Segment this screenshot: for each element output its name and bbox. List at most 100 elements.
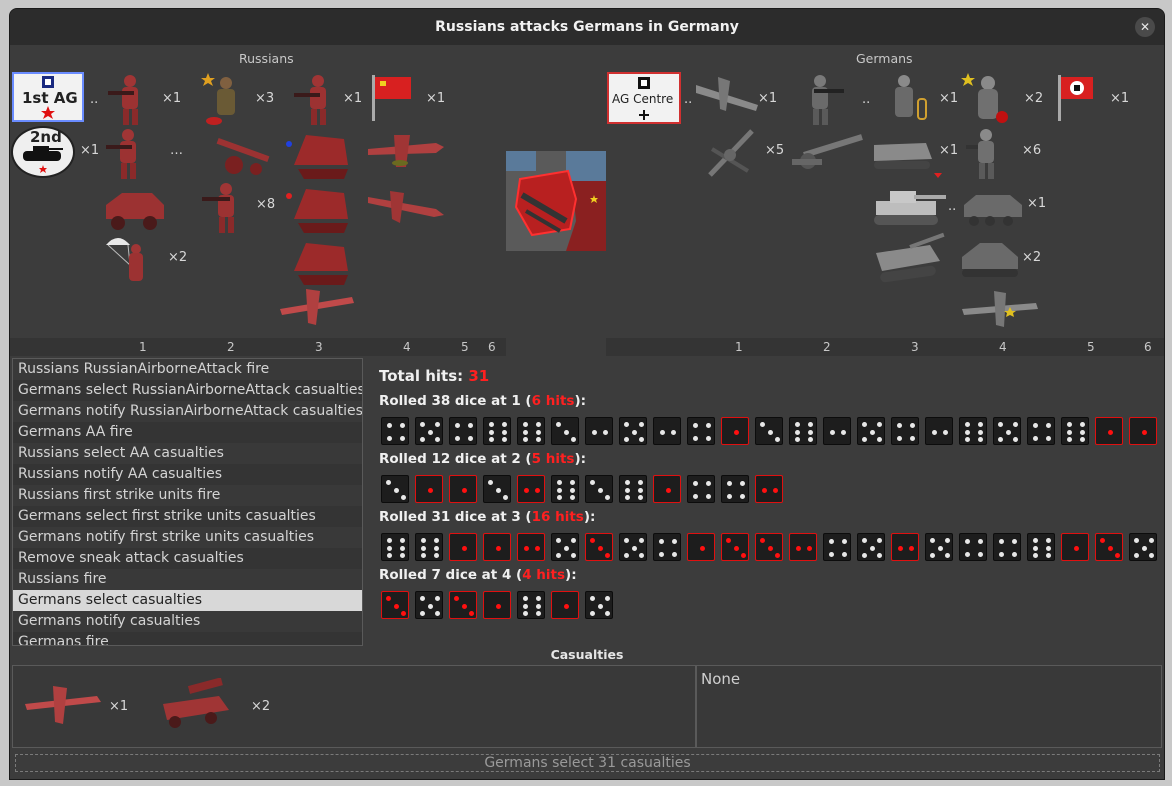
die-face-4-icon bbox=[687, 417, 715, 445]
tank-icon bbox=[294, 189, 348, 233]
die-face-3-icon bbox=[585, 533, 613, 561]
battle-step-item[interactable]: Remove sneak attack casualties bbox=[13, 548, 362, 569]
defender-badge-ellipsis: .. bbox=[684, 92, 693, 107]
battle-steps-list[interactable]: Russians RussianAirborneAttack fire Germa… bbox=[12, 358, 363, 646]
german-tiger-ellipsis: .. bbox=[948, 199, 957, 214]
attacker-col-4: 4 bbox=[403, 340, 411, 354]
russian-tank-unit-1[interactable] bbox=[286, 125, 356, 179]
die-face-2-icon bbox=[585, 417, 613, 445]
armored-car-icon bbox=[106, 193, 164, 230]
german-fighter-unit[interactable] bbox=[694, 71, 760, 123]
battle-step-item[interactable]: Germans AA fire bbox=[13, 422, 362, 443]
die-face-5-icon bbox=[619, 533, 647, 561]
german-flag-unit[interactable] bbox=[1052, 71, 1108, 123]
battle-step-item[interactable]: Germans notify casualties bbox=[13, 611, 362, 632]
casualty-fighter[interactable] bbox=[23, 680, 103, 730]
attacker-name: Russians bbox=[239, 51, 294, 66]
red-marker bbox=[286, 193, 292, 199]
russian-airborne-unit[interactable] bbox=[102, 231, 158, 283]
roll-label-prefix: Rolled 7 dice at 4 ( bbox=[379, 567, 523, 583]
die-face-1-icon bbox=[449, 475, 477, 503]
fighter-plane-icon bbox=[368, 191, 444, 223]
heavy-tank-icon bbox=[874, 191, 946, 225]
die-face-4-icon bbox=[653, 533, 681, 561]
german-tiger-unit[interactable] bbox=[870, 179, 948, 231]
german-flak-unit[interactable] bbox=[702, 125, 762, 177]
battle-step-item[interactable]: Germans notify RussianAirborneAttack cas… bbox=[13, 401, 362, 422]
battle-step-item[interactable]: Russians RussianAirborneAttack fire bbox=[13, 359, 362, 380]
russian-artillery-unit[interactable] bbox=[210, 125, 276, 177]
russian-fighter-unit[interactable] bbox=[366, 179, 446, 231]
roll-label-hits: 16 hits bbox=[531, 509, 584, 525]
attacker-command-badge[interactable]: 1st AG bbox=[12, 72, 84, 122]
soldier-icon bbox=[812, 75, 844, 125]
russian-tank-unit-3[interactable] bbox=[286, 231, 356, 285]
halftrack-icon bbox=[874, 143, 932, 169]
roll-label-suffix: ): bbox=[574, 451, 587, 467]
die-face-3-icon bbox=[551, 417, 579, 445]
battle-step-item[interactable]: Russians fire bbox=[13, 569, 362, 590]
russian-assault-unit[interactable] bbox=[288, 71, 344, 125]
german-officer-unit[interactable] bbox=[882, 71, 938, 123]
die-face-6-icon bbox=[483, 417, 511, 445]
defender-command-badge[interactable]: AG Centre bbox=[607, 72, 681, 124]
die-face-4-icon bbox=[823, 533, 851, 561]
defender-col-6: 6 bbox=[1144, 340, 1152, 354]
german-grenadier-unit[interactable] bbox=[958, 125, 1014, 179]
battle-step-item[interactable]: Russians select AA casualties bbox=[13, 443, 362, 464]
die-face-6-icon bbox=[1061, 417, 1089, 445]
german-armored-car-unit[interactable] bbox=[960, 179, 1026, 231]
artillery-icon bbox=[216, 137, 270, 175]
die-face-5-icon bbox=[551, 533, 579, 561]
attacker-badge-ellipsis: .. bbox=[90, 92, 99, 107]
armored-car-icon bbox=[964, 195, 1022, 226]
german-elite-unit[interactable] bbox=[958, 71, 1014, 123]
german-fighter-unit-2[interactable] bbox=[960, 285, 1040, 337]
battle-step-item[interactable]: Germans select casualties bbox=[13, 590, 362, 611]
german-panzer-unit-2[interactable] bbox=[958, 231, 1022, 283]
battle-step-item[interactable]: Russians first strike units fire bbox=[13, 485, 362, 506]
roll-label: Rolled 31 dice at 3 (16 hits): bbox=[379, 509, 595, 525]
russian-bomber-unit[interactable] bbox=[366, 125, 446, 177]
battle-step-item[interactable]: Germans fire bbox=[13, 632, 362, 645]
german-infantry-unit[interactable] bbox=[794, 71, 850, 125]
blue-marker bbox=[286, 141, 292, 147]
battle-step-item[interactable]: Germans select RussianAirborneAttack cas… bbox=[13, 380, 362, 401]
german-artillery-unit[interactable] bbox=[790, 125, 864, 177]
red-marker bbox=[934, 173, 942, 178]
die-face-1-icon bbox=[483, 533, 511, 561]
die-face-1-icon bbox=[551, 591, 579, 619]
battle-step-item[interactable]: Germans notify first strike units casual… bbox=[13, 527, 362, 548]
battle-step-item[interactable]: Germans select first strike units casual… bbox=[13, 506, 362, 527]
russian-soldiers-unit[interactable] bbox=[200, 179, 256, 233]
die-face-2-icon bbox=[823, 417, 851, 445]
flak-gun-icon bbox=[708, 129, 754, 177]
russian-tank-unit-2[interactable] bbox=[286, 179, 356, 233]
german-halftrack-unit[interactable] bbox=[870, 125, 942, 178]
die-face-2-icon bbox=[517, 475, 545, 503]
casualty-aa-truck[interactable] bbox=[159, 677, 235, 734]
russian-infantry-unit[interactable] bbox=[102, 71, 158, 125]
battle-step-item[interactable]: Russians notify AA casualties bbox=[13, 464, 362, 485]
select-casualties-button[interactable]: Germans select 31 casualties bbox=[15, 754, 1160, 772]
die-face-2-icon bbox=[653, 417, 681, 445]
german-panzer-unit-1[interactable] bbox=[870, 231, 950, 283]
defender-name: Germans bbox=[856, 51, 913, 66]
russian-officer-unit[interactable] bbox=[198, 71, 254, 125]
russian-fighter-unit-2[interactable] bbox=[276, 283, 356, 335]
title-bar: Russians attacks Germans in Germany ✕ bbox=[10, 9, 1164, 45]
russian-infantry-unit-2[interactable] bbox=[102, 125, 158, 179]
russian-armored-car-unit[interactable] bbox=[102, 179, 168, 231]
roll-label-hits: 4 hits bbox=[522, 567, 566, 583]
german-officer-count: ×1 bbox=[939, 91, 959, 106]
defender-col-4: 4 bbox=[999, 340, 1007, 354]
attacker-tank-badge[interactable]: 2nd bbox=[11, 126, 75, 178]
russian-flag-unit[interactable] bbox=[368, 71, 424, 123]
german-halftrack-count: ×1 bbox=[939, 143, 959, 158]
fighter-plane-icon bbox=[280, 289, 354, 325]
soldier-icon bbox=[966, 129, 994, 179]
die-face-1-icon bbox=[653, 475, 681, 503]
die-face-1-icon bbox=[1129, 417, 1157, 445]
close-button[interactable]: ✕ bbox=[1135, 17, 1155, 37]
die-face-6-icon bbox=[517, 591, 545, 619]
